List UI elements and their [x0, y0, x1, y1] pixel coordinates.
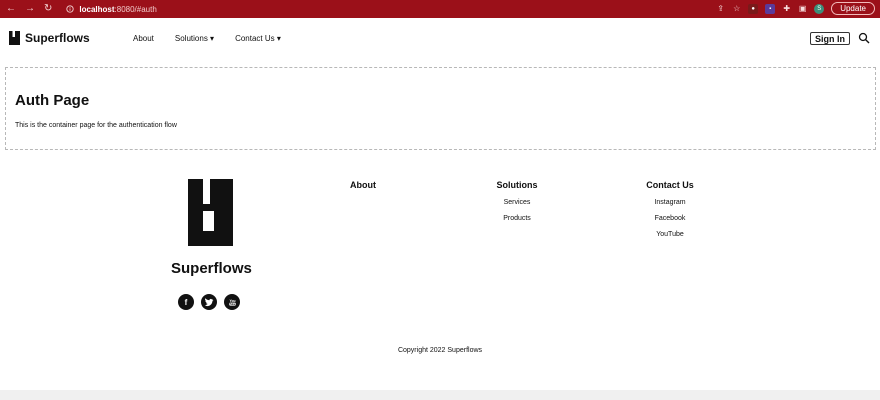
- update-button[interactable]: Update: [831, 2, 875, 15]
- nav-solutions-dropdown[interactable]: Solutions ▾: [175, 34, 214, 43]
- footer-link-instagram[interactable]: Instagram: [642, 199, 698, 206]
- main-nav: About Solutions ▾ Contact Us ▾: [133, 34, 302, 43]
- sign-in-button[interactable]: Sign In: [810, 32, 850, 45]
- nav-contact-dropdown[interactable]: Contact Us ▾: [235, 34, 281, 43]
- browser-toolbar: ← → ↻ localhost:8080/#auth ⇪ ☆ ● ▪ ✚ ▣ S…: [0, 0, 880, 18]
- facebook-icon[interactable]: f: [178, 294, 194, 310]
- footer-heading-about[interactable]: About: [344, 180, 382, 190]
- extension-icon[interactable]: ▪: [765, 3, 776, 14]
- social-links: f You Tube: [178, 294, 240, 310]
- search-icon[interactable]: [858, 32, 870, 44]
- profile-avatar[interactable]: S: [814, 3, 825, 14]
- youtube-icon[interactable]: You Tube: [224, 294, 240, 310]
- bookmark-star-icon[interactable]: ☆: [732, 4, 741, 13]
- side-panel-icon[interactable]: ▣: [798, 4, 807, 13]
- page-description: This is the container page for the authe…: [15, 122, 177, 129]
- footer-link-products[interactable]: Products: [492, 215, 542, 222]
- copyright-text: Copyright 2022 Superflows: [397, 347, 483, 354]
- superflows-logo-icon: [9, 31, 20, 45]
- twitter-icon[interactable]: [201, 294, 217, 310]
- site-header: Superflows About Solutions ▾ Contact Us …: [0, 18, 880, 62]
- url-host: localhost: [79, 4, 115, 14]
- forward-icon[interactable]: →: [25, 4, 35, 14]
- footer-link-services[interactable]: Services: [492, 199, 542, 206]
- footer-link-youtube[interactable]: YouTube: [642, 231, 698, 238]
- back-icon[interactable]: ←: [6, 4, 16, 14]
- footer-heading-solutions[interactable]: Solutions: [492, 180, 542, 190]
- footer-brand-name: Superflows: [171, 260, 252, 277]
- reload-icon[interactable]: ↻: [44, 4, 52, 14]
- nav-about[interactable]: About: [133, 34, 154, 43]
- url-path: :8080/#auth: [114, 4, 157, 14]
- main-content: Auth Page This is the container page for…: [0, 62, 880, 151]
- page-title: Auth Page: [15, 92, 90, 109]
- address-bar[interactable]: localhost:8080/#auth: [66, 4, 157, 14]
- footer-link-facebook[interactable]: Facebook: [642, 215, 698, 222]
- svg-text:Tube: Tube: [229, 303, 235, 306]
- footer-heading-contact[interactable]: Contact Us: [642, 180, 698, 190]
- footer-logo-icon[interactable]: [188, 179, 233, 246]
- auth-container: Auth Page This is the container page for…: [5, 67, 876, 150]
- header-logo[interactable]: Superflows: [9, 31, 90, 45]
- site-footer: Superflows f You Tube About Solutions Ser…: [0, 151, 880, 390]
- footer-col-about: About: [344, 180, 382, 199]
- extension-icon[interactable]: ●: [748, 3, 759, 14]
- extensions-puzzle-icon[interactable]: ✚: [782, 4, 791, 13]
- share-icon[interactable]: ⇪: [716, 4, 725, 13]
- brand-name: Superflows: [25, 31, 90, 45]
- footer-col-solutions: Solutions Services Products: [492, 180, 542, 231]
- site-info-icon[interactable]: [66, 5, 75, 13]
- footer-col-contact: Contact Us Instagram Facebook YouTube: [642, 180, 698, 247]
